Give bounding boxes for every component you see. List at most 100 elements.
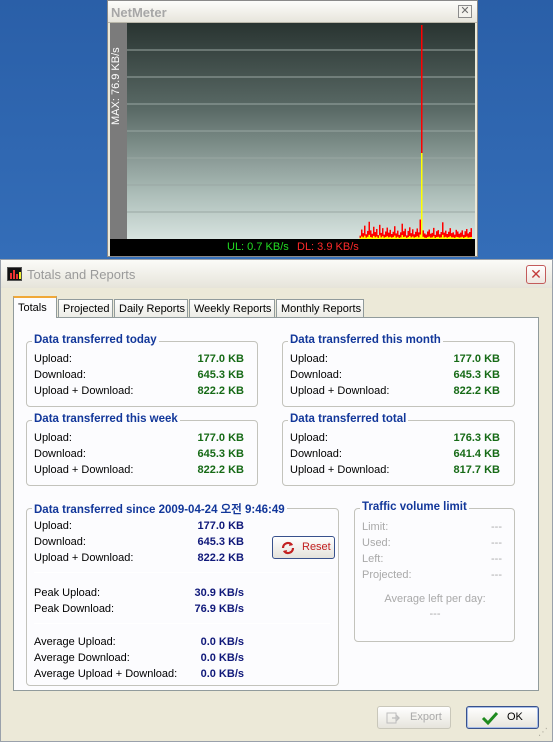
refresh-icon bbox=[281, 541, 295, 555]
total-download-row: Download: 641.4 KB bbox=[290, 448, 500, 463]
netmeter-max-label: MAX: 76.9 KB/s bbox=[110, 47, 122, 125]
row-label: Average Upload + Download: bbox=[34, 668, 178, 680]
today-upload-row: Upload: 177.0 KB bbox=[34, 353, 244, 368]
upload-rate-label: UL: 0.7 KB/s bbox=[227, 241, 289, 253]
row-label: Average Download: bbox=[34, 652, 130, 664]
group-week: Data transferred this week Upload: 177.0 … bbox=[26, 413, 258, 486]
netmeter-title: NetMeter bbox=[111, 5, 167, 20]
group-since: Data transferred since 2009-04-24 오전 9:4… bbox=[26, 501, 339, 686]
netmeter-window: NetMeter ✕ MAX: 76.9 KB/s UL: 0.7 KB/s D… bbox=[107, 0, 478, 257]
month-download-row: Download: 645.3 KB bbox=[290, 369, 500, 384]
netmeter-graph-svg bbox=[127, 25, 475, 239]
row-value: 0.0 KB/s bbox=[200, 668, 244, 680]
resize-grip-icon[interactable]: ⋰ bbox=[538, 727, 550, 739]
netmeter-close-button[interactable]: ✕ bbox=[458, 5, 472, 18]
average-total-row: Average Upload + Download: 0.0 KB/s bbox=[34, 668, 244, 683]
average-left-label: Average left per day: bbox=[384, 593, 486, 605]
tab-projected[interactable]: Projected bbox=[58, 299, 113, 318]
used-row: Used: --- bbox=[362, 537, 502, 552]
reset-button[interactable]: Reset bbox=[272, 536, 335, 559]
row-value: --- bbox=[491, 521, 502, 533]
row-label: Peak Download: bbox=[34, 603, 115, 615]
netmeter-graph bbox=[127, 23, 475, 239]
row-value: 177.0 KB bbox=[197, 432, 244, 444]
since-upload-row: Upload: 177.0 KB bbox=[34, 520, 244, 535]
export-icon bbox=[386, 712, 400, 724]
tab-monthly-reports[interactable]: Monthly Reports bbox=[276, 299, 364, 318]
average-upload-row: Average Upload: 0.0 KB/s bbox=[34, 636, 244, 651]
tab-weekly-reports[interactable]: Weekly Reports bbox=[189, 299, 275, 318]
upload-bar bbox=[421, 153, 423, 239]
row-label: Download: bbox=[290, 448, 342, 460]
total-upload-row: Upload: 176.3 KB bbox=[290, 432, 500, 447]
row-label: Download: bbox=[34, 369, 86, 381]
ok-button[interactable]: OK bbox=[466, 706, 539, 729]
month-total-row: Upload + Download: 822.2 KB bbox=[290, 385, 500, 400]
divider bbox=[34, 572, 330, 573]
dialog-close-button[interactable]: ✕ bbox=[526, 265, 546, 284]
row-label: Upload: bbox=[290, 353, 328, 365]
row-label: Peak Upload: bbox=[34, 587, 101, 599]
row-value: 641.4 KB bbox=[453, 448, 500, 460]
row-label: Download: bbox=[34, 536, 86, 548]
left-row: Left: --- bbox=[362, 553, 502, 568]
row-value: 76.9 KB/s bbox=[194, 603, 244, 615]
peak-download-row: Peak Download: 76.9 KB/s bbox=[34, 603, 244, 618]
today-download-row: Download: 645.3 KB bbox=[34, 369, 244, 384]
week-total-row: Upload + Download: 822.2 KB bbox=[34, 464, 244, 479]
row-value: 177.0 KB bbox=[197, 520, 244, 532]
tab-daily-reports[interactable]: Daily Reports bbox=[114, 299, 188, 318]
row-value: --- bbox=[491, 553, 502, 565]
row-value: 177.0 KB bbox=[453, 353, 500, 365]
group-today: Data transferred today Upload: 177.0 KB D… bbox=[26, 334, 258, 407]
row-label: Download: bbox=[34, 448, 86, 460]
row-value: 177.0 KB bbox=[197, 353, 244, 365]
row-value: 817.7 KB bbox=[453, 464, 500, 476]
row-label: Limit: bbox=[362, 521, 389, 533]
totals-panel: Data transferred today Upload: 177.0 KB D… bbox=[13, 317, 539, 691]
today-total-row: Upload + Download: 822.2 KB bbox=[34, 385, 244, 400]
group-month-title: Data transferred this month bbox=[288, 334, 443, 346]
row-value: 176.3 KB bbox=[453, 432, 500, 444]
group-total: Data transferred total Upload: 176.3 KB D… bbox=[282, 413, 515, 486]
export-label: Export bbox=[410, 711, 442, 723]
ok-label: OK bbox=[507, 711, 523, 723]
week-upload-row: Upload: 177.0 KB bbox=[34, 432, 244, 447]
month-upload-row: Upload: 177.0 KB bbox=[290, 353, 500, 368]
row-label: Left: bbox=[362, 553, 384, 565]
reset-label: Reset bbox=[302, 541, 331, 553]
export-button[interactable]: Export bbox=[377, 706, 451, 729]
row-value: 30.9 KB/s bbox=[194, 587, 244, 599]
row-label: Upload + Download: bbox=[34, 464, 134, 476]
row-label: Used: bbox=[362, 537, 391, 549]
netmeter-titlebar[interactable]: NetMeter ✕ bbox=[108, 1, 477, 23]
row-value: 645.3 KB bbox=[197, 448, 244, 460]
since-total-row: Upload + Download: 822.2 KB bbox=[34, 552, 244, 567]
row-label: Upload + Download: bbox=[34, 552, 134, 564]
row-value: --- bbox=[491, 537, 502, 549]
tab-totals[interactable]: Totals bbox=[13, 296, 57, 318]
row-label: Upload: bbox=[34, 432, 72, 444]
row-value: 645.3 KB bbox=[197, 536, 244, 548]
peak-upload-row: Peak Upload: 30.9 KB/s bbox=[34, 587, 244, 602]
row-value: 645.3 KB bbox=[453, 369, 500, 381]
netmeter-status-bar: UL: 0.7 KB/s DL: 3.9 KB/s bbox=[110, 239, 475, 256]
row-value: 645.3 KB bbox=[197, 369, 244, 381]
row-label: Upload + Download: bbox=[290, 464, 390, 476]
row-label: Upload: bbox=[290, 432, 328, 444]
totals-reports-window: Totals and Reports ✕ Totals Projected Da… bbox=[0, 259, 553, 742]
total-total-row: Upload + Download: 817.7 KB bbox=[290, 464, 500, 479]
checkmark-icon bbox=[481, 711, 499, 726]
row-label: Upload + Download: bbox=[290, 385, 390, 397]
divider bbox=[34, 623, 330, 624]
group-total-title: Data transferred total bbox=[288, 413, 409, 425]
totals-reports-titlebar[interactable]: Totals and Reports ✕ bbox=[1, 260, 552, 288]
group-week-title: Data transferred this week bbox=[32, 413, 180, 425]
row-value: 822.2 KB bbox=[197, 385, 244, 397]
group-traffic-limit: Traffic volume limit Limit: --- Used: --- … bbox=[354, 501, 515, 642]
download-rate-label: DL: 3.9 KB/s bbox=[297, 241, 359, 253]
group-today-title: Data transferred today bbox=[32, 334, 159, 346]
row-label: Upload: bbox=[34, 520, 72, 532]
row-value: 822.2 KB bbox=[197, 552, 244, 564]
row-value: 822.2 KB bbox=[453, 385, 500, 397]
